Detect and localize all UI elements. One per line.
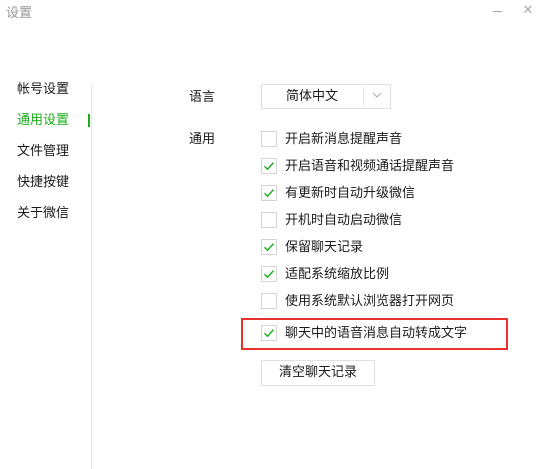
language-select-value: 简体中文 <box>285 89 338 104</box>
checkbox[interactable] <box>261 131 277 147</box>
checkbox[interactable] <box>261 185 277 201</box>
window-title: 设置 <box>6 6 33 21</box>
option-label: 开启新消息提醒声音 <box>285 132 403 147</box>
sidebar-item-account[interactable]: 帐号设置 <box>17 81 69 99</box>
settings-window: 设置 ✕ 帐号设置 通用设置 文件管理 快捷按键 关于微信 语言 简体中文 通用… <box>0 0 546 469</box>
option-label: 聊天中的语音消息自动转成文字 <box>285 326 468 341</box>
language-label: 语言 <box>189 90 216 105</box>
sidebar-item-general[interactable]: 通用设置 <box>17 112 69 130</box>
general-label: 通用 <box>189 132 216 147</box>
check-icon <box>264 329 275 338</box>
minimize-icon <box>492 11 502 12</box>
language-select[interactable]: 简体中文 <box>261 84 391 109</box>
check-icon <box>264 243 275 252</box>
checkbox[interactable] <box>261 293 277 309</box>
select-divider <box>363 87 364 106</box>
sidebar-divider <box>91 84 92 469</box>
checkbox[interactable] <box>261 325 277 341</box>
check-icon <box>264 270 275 279</box>
clear-chat-history-button[interactable]: 清空聊天记录 <box>261 360 375 386</box>
sidebar-item-files[interactable]: 文件管理 <box>17 143 69 161</box>
close-button[interactable]: ✕ <box>517 2 539 20</box>
option-label: 有更新时自动升级微信 <box>285 186 416 201</box>
option-label: 保留聊天记录 <box>285 240 364 255</box>
option-label: 开启语音和视频通话提醒声音 <box>285 159 455 174</box>
option-label: 适配系统缩放比例 <box>285 267 390 282</box>
active-indicator <box>88 114 90 127</box>
sidebar-item-about[interactable]: 关于微信 <box>17 205 69 223</box>
check-icon <box>264 189 275 198</box>
checkbox[interactable] <box>261 266 277 282</box>
option-label: 开机时自动启动微信 <box>285 213 403 228</box>
minimize-button[interactable] <box>486 2 508 20</box>
sidebar-item-shortcuts[interactable]: 快捷按键 <box>17 174 69 192</box>
chevron-down-icon <box>372 92 382 98</box>
check-icon <box>264 162 275 171</box>
option-label: 使用系统默认浏览器打开网页 <box>285 294 455 309</box>
checkbox[interactable] <box>261 239 277 255</box>
checkbox[interactable] <box>261 158 277 174</box>
checkbox[interactable] <box>261 212 277 228</box>
